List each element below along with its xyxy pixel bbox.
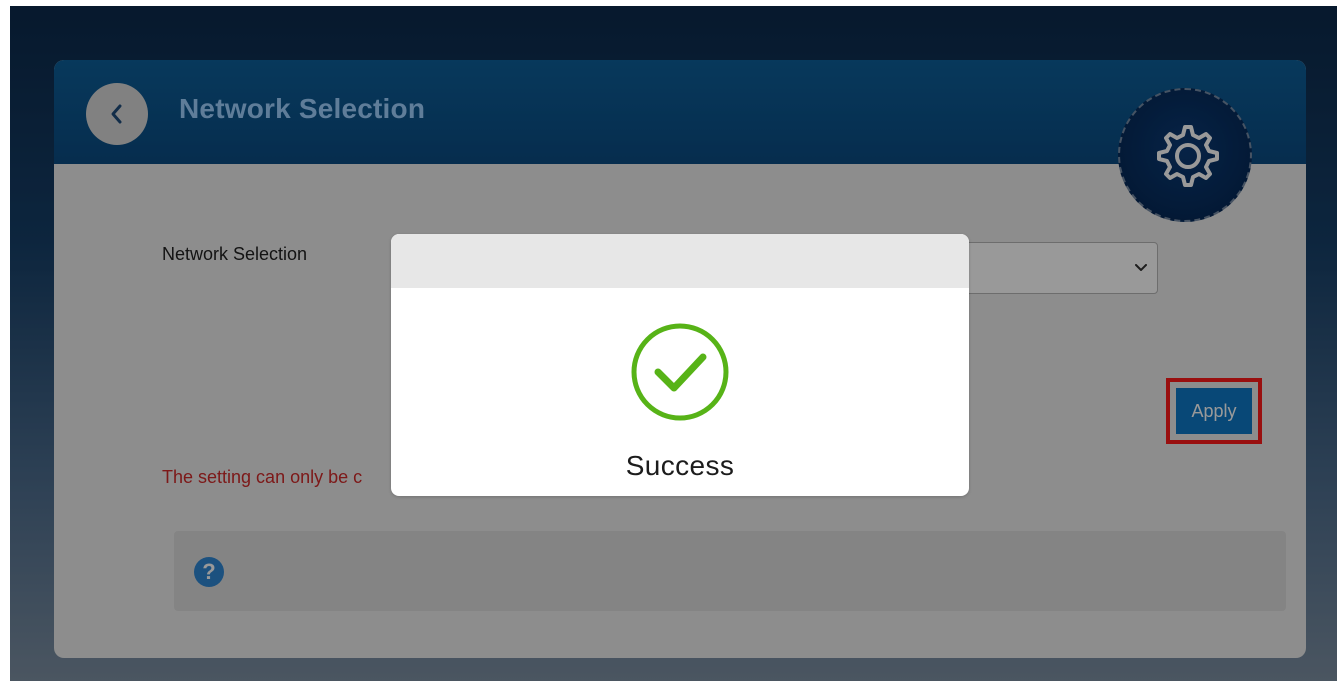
dialog-header xyxy=(391,234,969,288)
checkmark-circle-icon xyxy=(630,322,730,422)
app-viewport: Network Selection Network Selection Appl… xyxy=(10,6,1337,681)
success-message: Success xyxy=(625,450,735,481)
success-dialog: Success xyxy=(391,234,969,496)
